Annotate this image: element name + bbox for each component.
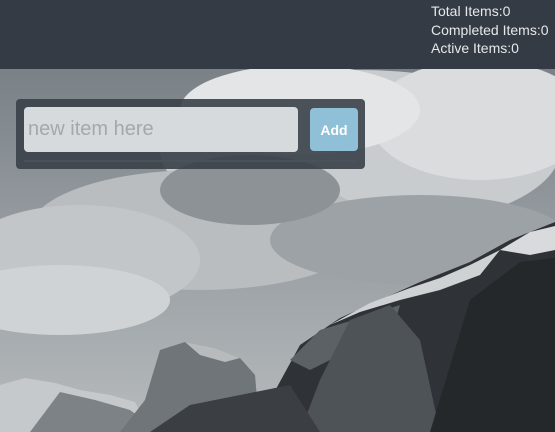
active-items-count: Active Items:0 [431, 40, 519, 56]
top-bar: Total Items:0 Completed Items:0 Active I… [0, 0, 555, 69]
item-stats: Total Items:0 Completed Items:0 Active I… [431, 2, 549, 58]
new-item-panel: Add [16, 99, 365, 169]
panel-divider [24, 160, 357, 162]
completed-items-count: Completed Items:0 [431, 21, 549, 38]
total-items-count: Total Items:0 [431, 3, 511, 19]
new-item-input[interactable] [24, 107, 298, 152]
add-button[interactable]: Add [310, 108, 358, 151]
